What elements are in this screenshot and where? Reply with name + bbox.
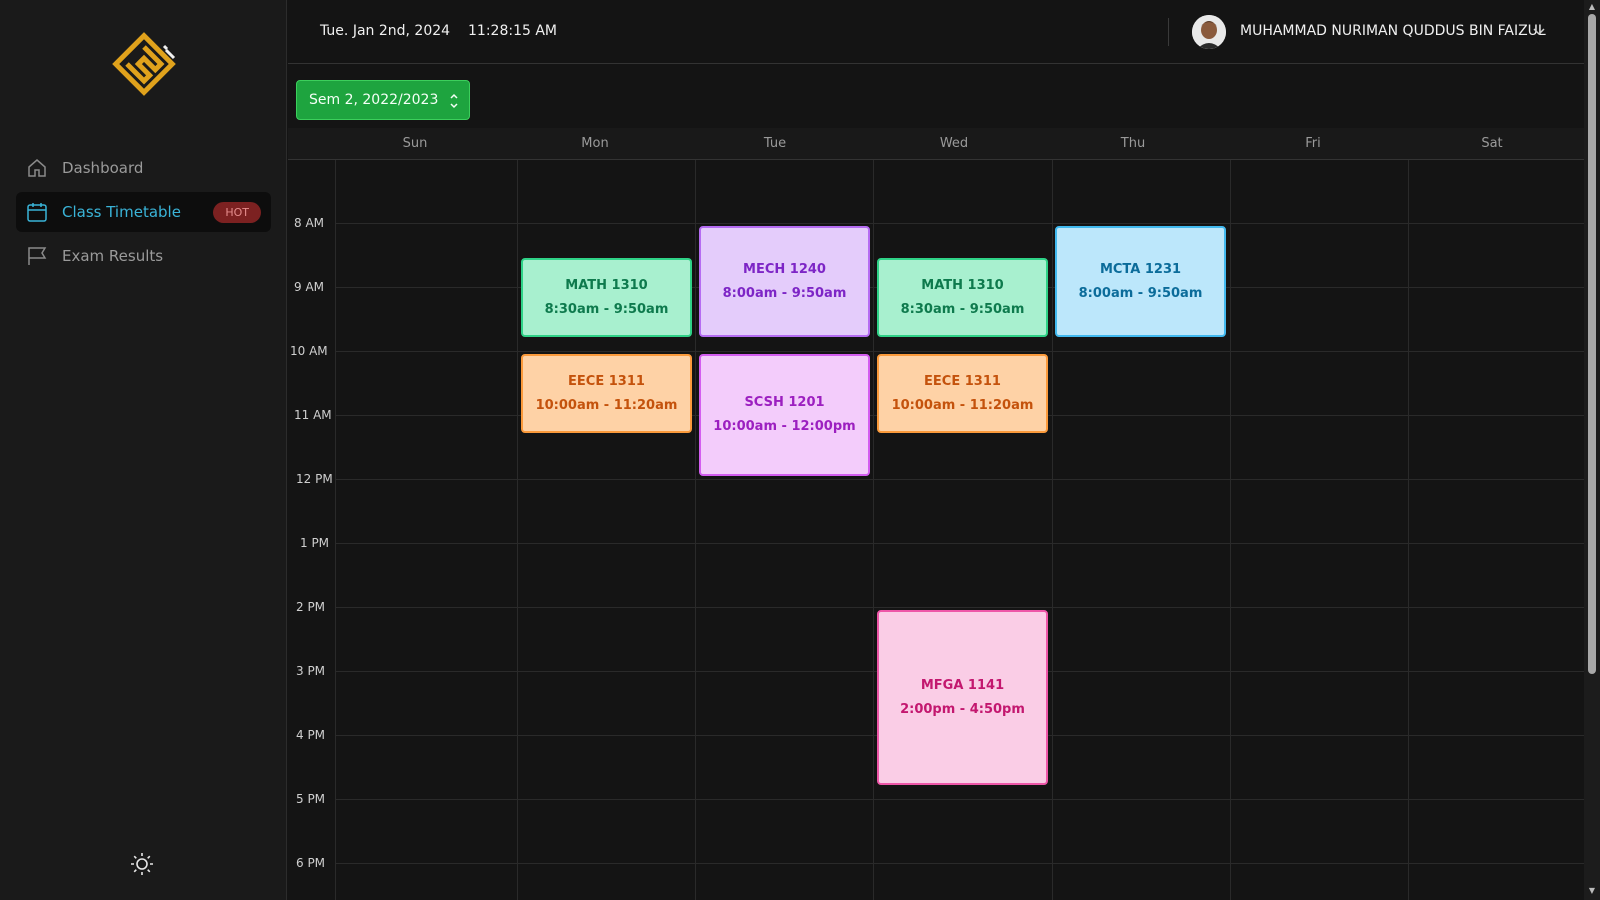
time-label: 10 AM <box>290 344 328 358</box>
grid-divider <box>1408 160 1409 900</box>
event-time: 2:00pm - 4:50pm <box>900 701 1025 717</box>
day-label-thu: Thu <box>1120 136 1146 151</box>
grid-divider <box>335 543 1584 544</box>
event-code: MCTA 1231 <box>1099 261 1182 277</box>
time-label: 5 PM <box>296 792 326 806</box>
sidebar: Dashboard Class Timetable HOT Exam Resul… <box>0 0 287 900</box>
hot-badge: HOT <box>213 201 261 223</box>
time-label: 9 AM <box>294 280 325 294</box>
grid-divider <box>335 351 1584 352</box>
calendar-icon <box>26 201 48 223</box>
class-event-mech-1240-tue[interactable]: MECH 1240 8:00am - 9:50am <box>699 226 870 337</box>
sidebar-item-dashboard[interactable]: Dashboard <box>16 148 271 188</box>
sidebar-item-label: Exam Results <box>62 247 164 265</box>
event-code: MECH 1240 <box>743 261 826 277</box>
day-label-wed: Wed <box>939 136 969 151</box>
grid-divider <box>335 607 1584 608</box>
event-code: MFGA 1141 <box>920 677 1005 693</box>
day-label-tue: Tue <box>763 136 787 151</box>
calendar-grid: 8 AM 9 AM 10 AM 11 AM 12 PM 1 PM 2 PM 3 … <box>288 160 1584 900</box>
app-logo[interactable] <box>110 30 178 98</box>
event-time: 8:30am - 9:50am <box>544 301 669 317</box>
grid-divider <box>335 160 336 900</box>
time-label: 4 PM <box>296 728 326 742</box>
page-scrollbar[interactable]: ▲ ▼ <box>1584 0 1600 900</box>
grid-divider <box>1052 160 1053 900</box>
header-divider <box>1168 18 1169 46</box>
event-time: 10:00am - 11:20am <box>891 397 1034 413</box>
class-event-scsh-1201-tue[interactable]: SCSH 1201 10:00am - 12:00pm <box>699 354 870 476</box>
home-icon <box>26 157 48 179</box>
grid-divider <box>335 479 1584 480</box>
flag-icon <box>26 245 48 267</box>
time-label: 3 PM <box>296 664 326 678</box>
sidebar-item-exam-results[interactable]: Exam Results <box>16 236 271 276</box>
sidebar-item-label: Dashboard <box>62 159 144 177</box>
current-date: Tue. Jan 2nd, 2024 <box>320 23 451 39</box>
avatar[interactable] <box>1192 15 1226 49</box>
grid-divider <box>873 160 874 900</box>
top-header: Tue. Jan 2nd, 2024 11:28:15 AM MUHAMMAD … <box>288 0 1584 64</box>
grid-divider <box>517 160 518 900</box>
event-time: 8:00am - 9:50am <box>722 285 847 301</box>
grid-divider <box>335 223 1584 224</box>
event-code: SCSH 1201 <box>744 395 825 410</box>
sidebar-nav: Dashboard Class Timetable HOT Exam Resul… <box>16 148 271 280</box>
time-label: 1 PM <box>300 536 330 550</box>
class-event-eece-1311-wed[interactable]: EECE 1311 10:00am - 11:20am <box>877 354 1048 433</box>
event-code: EECE 1311 <box>924 373 1001 389</box>
scroll-down-icon[interactable]: ▼ <box>1587 886 1597 896</box>
sidebar-item-label: Class Timetable <box>62 203 181 221</box>
user-name[interactable]: MUHAMMAD NURIMAN QUDDUS BIN FAIZUL <box>1240 23 1546 39</box>
class-event-math-1310-mon[interactable]: MATH 1310 8:30am - 9:50am <box>521 258 692 337</box>
time-label: 12 PM <box>296 472 333 486</box>
chevron-down-icon[interactable] <box>1532 24 1546 38</box>
time-label: 2 PM <box>296 600 326 614</box>
grid-divider <box>695 160 696 900</box>
event-time: 10:00am - 11:20am <box>535 397 678 413</box>
semester-select-value: Sem 2, 2022/2023 <box>309 92 439 108</box>
day-header-row: Sun Mon Tue Wed Thu Fri Sat <box>288 128 1584 160</box>
class-event-math-1310-wed[interactable]: MATH 1310 8:30am - 9:50am <box>877 258 1048 337</box>
event-time: 10:00am - 12:00pm <box>713 419 856 434</box>
grid-divider <box>1230 160 1231 900</box>
time-label: 8 AM <box>294 216 325 230</box>
grid-divider <box>335 863 1584 864</box>
scroll-up-icon[interactable]: ▲ <box>1587 2 1597 12</box>
sun-icon[interactable] <box>130 852 154 876</box>
day-label-sat: Sat <box>1481 136 1503 151</box>
event-time: 8:00am - 9:50am <box>1078 285 1203 301</box>
chevron-up-down-icon <box>449 92 459 110</box>
grid-divider <box>335 799 1584 800</box>
timetable-calendar: Sun Mon Tue Wed Thu Fri Sat 8 AM 9 AM 10… <box>288 128 1584 900</box>
current-time: 11:28:15 AM <box>468 23 557 39</box>
time-label: 11 AM <box>294 408 332 422</box>
event-time: 8:30am - 9:50am <box>900 301 1025 317</box>
semester-select[interactable]: Sem 2, 2022/2023 <box>296 80 470 120</box>
class-event-mfga-1141-wed[interactable]: MFGA 1141 2:00pm - 4:50pm <box>877 610 1048 785</box>
day-label-fri: Fri <box>1305 136 1321 151</box>
day-label-mon: Mon <box>581 136 609 151</box>
event-code: MATH 1310 <box>921 277 1004 293</box>
sidebar-item-class-timetable[interactable]: Class Timetable HOT <box>16 192 271 232</box>
event-code: MATH 1310 <box>565 277 648 293</box>
day-label-sun: Sun <box>402 136 428 151</box>
scrollbar-thumb[interactable] <box>1588 14 1596 674</box>
class-event-mcta-1231-thu[interactable]: MCTA 1231 8:00am - 9:50am <box>1055 226 1226 337</box>
time-label: 6 PM <box>296 856 326 870</box>
event-code: EECE 1311 <box>568 373 645 389</box>
class-event-eece-1311-mon[interactable]: EECE 1311 10:00am - 11:20am <box>521 354 692 433</box>
